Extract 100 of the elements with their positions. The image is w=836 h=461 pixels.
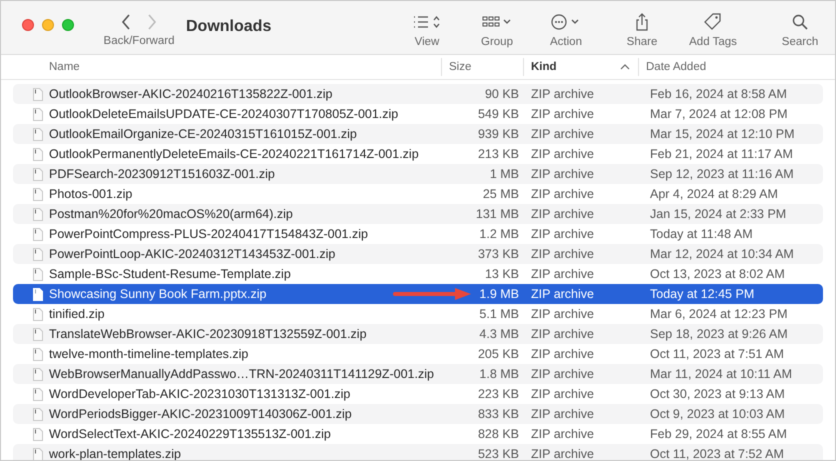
view-button[interactable]: View (399, 13, 455, 48)
file-row[interactable]: PowerPointLoop-AKIC-20240312T143453Z-001.zip 373 KB ZIP archive Mar 12, 2024 at 10:34 AM (13, 244, 823, 264)
group-button[interactable]: Group (471, 13, 523, 48)
file-size: 90 KB (484, 87, 519, 101)
file-kind: ZIP archive (530, 87, 595, 101)
file-size: 13 KB (484, 267, 519, 281)
file-kind: ZIP archive (530, 207, 595, 221)
file-name: WordDeveloperTab-AKIC-20231030T131313Z-001.zip (49, 387, 350, 401)
file-size: 833 KB (476, 407, 519, 421)
file-row[interactable]: Showcasing Sunny Book Farm.pptx.zip 1.9 MB ZIP archive Today at 12:45 PM (13, 284, 823, 304)
file-row[interactable]: OutlookEmailOrganize-CE-20240315T161015Z-001.zip 939 KB ZIP archive Mar 15, 2024 at 12:10 PM (13, 124, 823, 144)
file-row[interactable]: WordSelectText-AKIC-20240229T135513Z-001.zip 828 KB ZIP archive Feb 29, 2024 at 8:55 AM (13, 424, 823, 444)
column-header[interactable]: Size (441, 58, 523, 76)
minimize-button[interactable] (42, 19, 54, 31)
file-size: 373 KB (476, 247, 519, 261)
date-added: Mar 7, 2024 at 12:08 PM (649, 107, 789, 121)
file-kind: ZIP archive (530, 227, 595, 241)
tags-button[interactable]: Add Tags (683, 13, 743, 48)
zip-file-icon (33, 328, 43, 340)
zip-file-icon (33, 428, 43, 440)
zip-file-icon (33, 128, 43, 140)
file-size: 1.2 MB (478, 227, 519, 241)
zip-file-icon (33, 268, 43, 280)
date-added: Mar 15, 2024 at 12:10 PM (649, 127, 796, 141)
file-size: 1 MB (488, 167, 519, 181)
sort-ascending-icon (620, 64, 630, 70)
file-name: OutlookDeleteEmailsUPDATE-CE-20240307T170805Z-001.zip (49, 107, 398, 121)
file-kind: ZIP archive (530, 447, 595, 460)
file-name: OutlookPermanentlyDeleteEmails-CE-20240221T161714Z-001.zip (49, 147, 419, 161)
more-icon (551, 14, 581, 30)
file-size: 523 KB (476, 447, 519, 460)
action-button[interactable]: Action (539, 13, 593, 48)
file-kind: ZIP archive (530, 367, 595, 381)
file-kind: ZIP archive (530, 327, 595, 341)
toolbar-label: Back/Forward (104, 35, 174, 47)
date-added: Oct 13, 2023 at 8:02 AM (649, 267, 786, 281)
file-name: Sample-BSc-Student-Resume-Template.zip (49, 267, 291, 281)
file-size: 939 KB (476, 127, 519, 141)
file-row[interactable]: OutlookBrowser-AKIC-20240216T135822Z-001.zip 90 KB ZIP archive Feb 16, 2024 at 8:58 AM (13, 84, 823, 104)
file-name: WebBrowserManuallyAddPasswo…TRN-20240311T141129Z-001.zip (49, 367, 434, 381)
file-size: 4.3 MB (478, 327, 519, 341)
file-row[interactable]: Sample-BSc-Student-Resume-Template.zip 13 KB ZIP archive Oct 13, 2023 at 8:02 AM (13, 264, 823, 284)
file-row[interactable]: WordDeveloperTab-AKIC-20231030T131313Z-001.zip 223 KB ZIP archive Oct 30, 2023 at 9:13 AM (13, 384, 823, 404)
file-row[interactable]: WordPeriodsBigger-AKIC-20231009T140306Z-001.zip 833 KB ZIP archive Oct 9, 2023 at 10:03 AM (13, 404, 823, 424)
file-kind: ZIP archive (530, 107, 595, 121)
file-row[interactable]: WebBrowserManuallyAddPasswo…TRN-20240311T141129Z-001.zip 1.8 MB ZIP archive Mar 11, 2024 at 10:11 AM (13, 364, 823, 384)
date-added: Oct 30, 2023 at 9:13 AM (649, 387, 786, 401)
file-row[interactable]: PDFSearch-20230912T151603Z-001.zip 1 MB ZIP archive Sep 12, 2023 at 11:16 AM (13, 164, 823, 184)
zip-file-icon (33, 388, 43, 400)
column-header[interactable]: Date Added (638, 58, 835, 76)
zip-file-icon (33, 208, 43, 220)
column-header[interactable]: Name (1, 58, 441, 76)
file-kind: ZIP archive (530, 127, 595, 141)
file-size: 131 MB (474, 207, 519, 221)
date-added: Apr 4, 2024 at 8:29 AM (649, 187, 779, 201)
date-added: Jan 15, 2024 at 2:33 PM (649, 207, 788, 221)
file-size: 5.1 MB (478, 307, 519, 321)
file-kind: ZIP archive (530, 267, 595, 281)
file-row[interactable]: OutlookPermanentlyDeleteEmails-CE-20240221T161714Z-001.zip 213 KB ZIP archive Feb 21, 2024 at 11:17 AM (13, 144, 823, 164)
file-name: Photos-001.zip (49, 187, 132, 201)
file-size: 1.8 MB (478, 367, 519, 381)
date-added: Mar 12, 2024 at 10:34 AM (649, 247, 795, 261)
file-kind: ZIP archive (530, 147, 595, 161)
file-kind: ZIP archive (530, 407, 595, 421)
forward-icon[interactable] (147, 14, 157, 30)
zoom-button[interactable] (62, 19, 74, 31)
file-row[interactable]: Postman%20for%20macOS%20(arm64).zip 131 MB ZIP archive Jan 15, 2024 at 2:33 PM (13, 204, 823, 224)
file-row[interactable]: PowerPointCompress-PLUS-20240417T154843Z-001.zip 1.2 MB ZIP archive Today at 11:48 AM (13, 224, 823, 244)
date-added: Oct 9, 2023 at 10:03 AM (649, 407, 786, 421)
date-added: Feb 21, 2024 at 11:17 AM (649, 147, 794, 161)
column-header[interactable]: Kind (523, 58, 638, 76)
search-icon (792, 14, 808, 30)
file-kind: ZIP archive (530, 427, 595, 441)
close-button[interactable] (22, 19, 34, 31)
file-size: 828 KB (476, 427, 519, 441)
zip-file-icon (33, 188, 43, 200)
share-button[interactable]: Share (617, 13, 667, 48)
file-size: 25 MB (482, 187, 519, 201)
file-kind: ZIP archive (530, 247, 595, 261)
zip-file-icon (33, 288, 43, 300)
file-name: WordPeriodsBigger-AKIC-20231009T140306Z-001.zip (49, 407, 352, 421)
date-added: Sep 12, 2023 at 11:16 AM (649, 167, 795, 181)
back-icon[interactable] (121, 14, 131, 30)
window-title: Downloads (186, 18, 272, 36)
file-row[interactable]: Photos-001.zip 25 MB ZIP archive Apr 4, 2024 at 8:29 AM (13, 184, 823, 204)
date-added: Oct 11, 2023 at 7:51 AM (649, 347, 785, 361)
zip-file-icon (33, 148, 43, 160)
search-button[interactable]: Search (771, 13, 829, 48)
file-row[interactable]: twelve-month-timeline-templates.zip 205 KB ZIP archive Oct 11, 2023 at 7:51 AM (13, 344, 823, 364)
file-name: PDFSearch-20230912T151603Z-001.zip (49, 167, 275, 181)
file-size: 205 KB (476, 347, 519, 361)
file-kind: ZIP archive (530, 347, 595, 361)
file-row[interactable]: tinified.zip 5.1 MB ZIP archive Mar 6, 2024 at 12:23 PM (13, 304, 823, 324)
zip-file-icon (33, 248, 43, 260)
file-row[interactable]: OutlookDeleteEmailsUPDATE-CE-20240307T170805Z-001.zip 549 KB ZIP archive Mar 7, 2024 at 12:08 PM (13, 104, 823, 124)
file-size: 213 KB (476, 147, 519, 161)
file-kind: ZIP archive (530, 307, 595, 321)
date-added: Today at 12:45 PM (649, 287, 756, 301)
zip-file-icon (33, 168, 43, 180)
file-row[interactable]: TranslateWebBrowser-AKIC-20230918T132559Z-001.zip 4.3 MB ZIP archive Sep 18, 2023 at 9:26 AM (13, 324, 823, 344)
